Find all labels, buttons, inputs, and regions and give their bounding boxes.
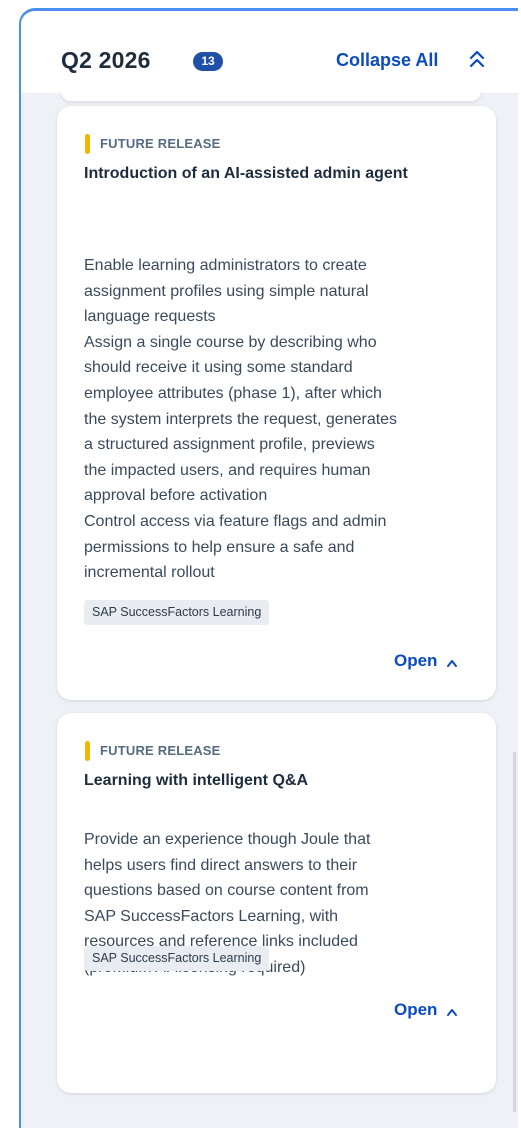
scrollbar[interactable] [513, 752, 516, 1112]
description-line: helps users find direct answers to their [84, 856, 358, 874]
card-description: Enable learning administrators to create… [84, 253, 474, 586]
release-status-marker [85, 134, 90, 154]
product-tag: SAP SuccessFactors Learning [84, 600, 270, 625]
description-line: Assign a single course by describing who [84, 333, 377, 351]
description-line: language requests [84, 308, 216, 326]
description-line: incremental rollout [84, 564, 215, 582]
open-button[interactable]: Open [394, 651, 437, 671]
product-tag: SAP SuccessFactors Learning [84, 946, 270, 971]
collapse-all-button[interactable]: Collapse All [336, 50, 438, 71]
roadmap-card: FUTURE RELEASE Learning with intelligent… [57, 713, 496, 1093]
chevron-up-icon[interactable] [445, 1006, 459, 1018]
description-line: employee attributes (phase 1), after whi… [84, 384, 382, 402]
description-line: the impacted users, and requires human [84, 461, 371, 479]
description-line: the system interprets the request, gener… [84, 410, 398, 428]
open-button[interactable]: Open [394, 1000, 437, 1020]
release-status-marker [85, 741, 90, 761]
description-line: approval before activation [84, 487, 268, 505]
description-line: Provide an experience though Joule that [84, 831, 371, 848]
chevron-up-icon[interactable] [445, 657, 459, 669]
description-line: a structured assignment profile, preview… [84, 436, 375, 454]
release-status-label: FUTURE RELEASE [100, 136, 221, 151]
card-title: Introduction of an AI-assisted admin age… [84, 165, 408, 182]
description-line: SAP SuccessFactors Learning, with [84, 907, 339, 925]
item-count-badge: 13 [193, 52, 223, 71]
description-line: assignment profiles using simple natural [84, 282, 369, 300]
description-line: questions based on course content from [84, 882, 369, 900]
description-line: Enable learning administrators to create [84, 257, 367, 274]
description-line: Control access via feature flags and adm… [84, 512, 387, 530]
description-line: should receive it using some standard [84, 359, 353, 377]
quarter-header: Q2 2026 13 Collapse All [21, 11, 518, 93]
quarter-panel: Q2 2026 13 Collapse All FUTURE RELEASE I… [19, 8, 518, 1128]
double-chevron-up-icon[interactable] [468, 47, 486, 71]
roadmap-card: FUTURE RELEASE Introduction of an AI-ass… [57, 106, 496, 700]
card-title: Learning with intelligent Q&A [84, 772, 308, 789]
release-status-label: FUTURE RELEASE [100, 743, 221, 758]
quarter-title: Q2 2026 [61, 47, 151, 73]
header-divider [61, 89, 481, 101]
description-line: permissions to help ensure a safe and [84, 538, 355, 556]
